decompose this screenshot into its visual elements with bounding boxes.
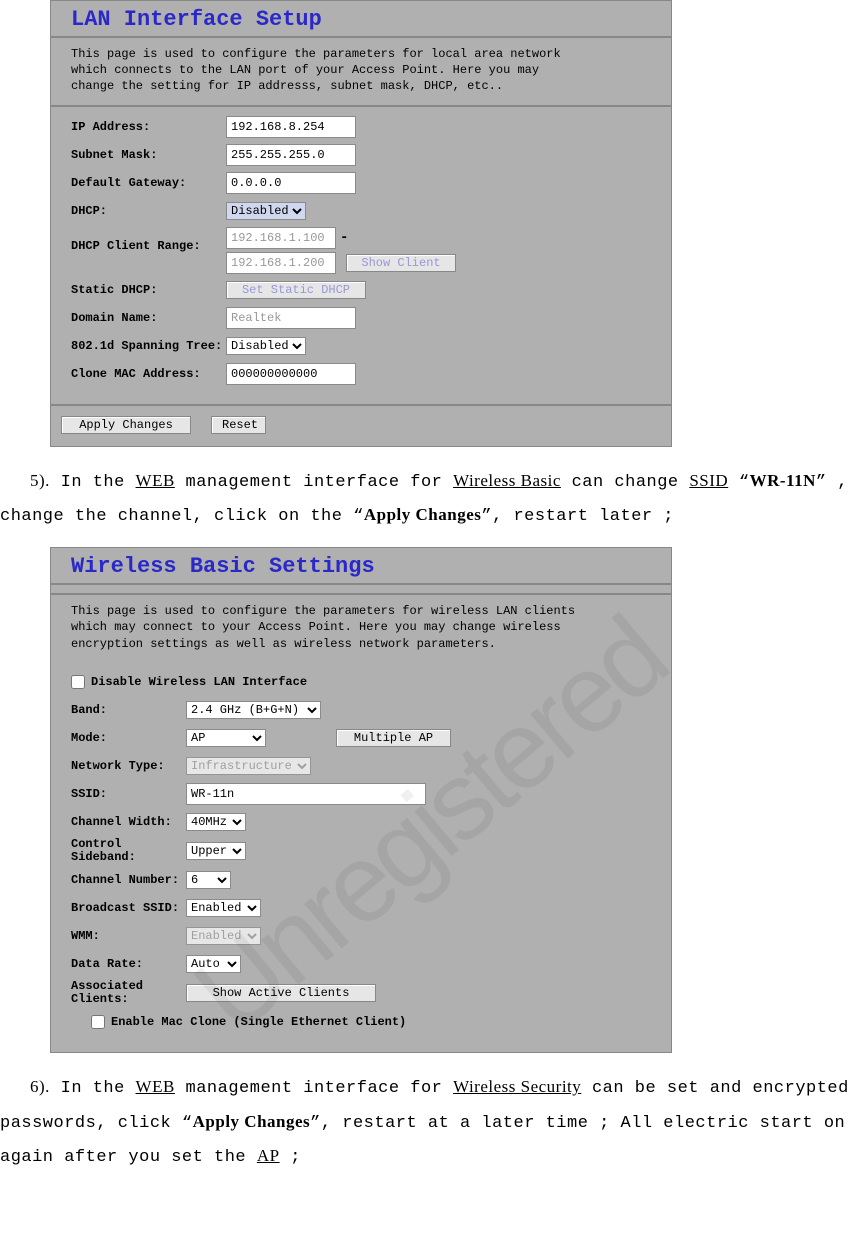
dhcp-range-label: DHCP Client Range: [71, 227, 226, 253]
network-type-label: Network Type: [71, 759, 186, 773]
gateway-label: Default Gateway: [71, 176, 226, 190]
clone-mac-label: Clone MAC Address: [71, 367, 226, 381]
disable-wlan-checkbox[interactable] [71, 675, 85, 689]
ip-label: IP Address: [71, 120, 226, 134]
network-type-select: Infrastructure [186, 757, 311, 775]
broadcast-ssid-label: Broadcast SSID: [71, 901, 186, 915]
mask-input[interactable] [226, 144, 356, 166]
channel-number-select[interactable]: 6 [186, 871, 231, 889]
step6-text: 6). In the WEB management interface for … [0, 1053, 864, 1188]
show-active-clients-button[interactable]: Show Active Clients [186, 984, 376, 1002]
channel-number-label: Channel Number: [71, 873, 186, 887]
enable-mac-clone-label: Enable Mac Clone (Single Ethernet Client… [111, 1015, 406, 1029]
show-client-button: Show Client [346, 254, 456, 272]
channel-width-select[interactable]: 40MHz [186, 813, 246, 831]
static-dhcp-label: Static DHCP: [71, 283, 226, 297]
band-label: Band: [71, 703, 186, 717]
gateway-input[interactable] [226, 172, 356, 194]
lan-panel: LAN Interface Setup This page is used to… [50, 0, 672, 447]
ssid-input[interactable] [186, 783, 426, 805]
associated-clients-label: Associated Clients: [71, 980, 186, 1006]
apply-changes-button[interactable]: Apply Changes [61, 416, 191, 434]
control-sideband-select[interactable]: Upper [186, 842, 246, 860]
lan-description: This page is used to configure the param… [51, 38, 591, 105]
wireless-panel: Wireless Basic Settings This page is use… [50, 547, 672, 1053]
dhcp-range-to-input [226, 252, 336, 274]
dash: - [336, 230, 352, 246]
wireless-form: Disable Wireless LAN Interface Band: 2.4… [51, 662, 671, 1053]
lan-form: IP Address: Subnet Mask: Default Gateway… [51, 107, 671, 404]
step5-text: 5). In the WEB management interface for … [0, 447, 864, 548]
domain-name-label: Domain Name: [71, 311, 226, 325]
data-rate-select[interactable]: Auto [186, 955, 241, 973]
data-rate-label: Data Rate: [71, 957, 186, 971]
mask-label: Subnet Mask: [71, 148, 226, 162]
domain-name-input [226, 307, 356, 329]
enable-mac-clone-checkbox[interactable] [91, 1015, 105, 1029]
dhcp-select[interactable]: Disabled [226, 202, 306, 220]
clone-mac-input[interactable] [226, 363, 356, 385]
wmm-label: WMM: [71, 929, 186, 943]
multiple-ap-button[interactable]: Multiple AP [336, 729, 451, 747]
spanning-tree-select[interactable]: Disabled [226, 337, 306, 355]
wmm-select: Enabled [186, 927, 261, 945]
broadcast-ssid-select[interactable]: Enabled [186, 899, 261, 917]
mode-label: Mode: [71, 731, 186, 745]
lan-title: LAN Interface Setup [51, 1, 671, 36]
spanning-tree-label: 802.1d Spanning Tree: [71, 339, 226, 353]
mode-select[interactable]: AP [186, 729, 266, 747]
disable-wlan-label: Disable Wireless LAN Interface [91, 675, 307, 689]
ip-input[interactable] [226, 116, 356, 138]
set-static-dhcp-button: Set Static DHCP [226, 281, 366, 299]
band-select[interactable]: 2.4 GHz (B+G+N) [186, 701, 321, 719]
wireless-title: Wireless Basic Settings [51, 548, 671, 583]
dhcp-label: DHCP: [71, 204, 226, 218]
control-sideband-label: Control Sideband: [71, 838, 186, 864]
channel-width-label: Channel Width: [71, 815, 186, 829]
reset-button[interactable]: Reset [211, 416, 266, 434]
ssid-label: SSID: [71, 787, 186, 801]
wireless-description: This page is used to configure the param… [51, 595, 621, 662]
lan-button-bar: Apply Changes Reset [51, 406, 671, 446]
dhcp-range-from-input [226, 227, 336, 249]
